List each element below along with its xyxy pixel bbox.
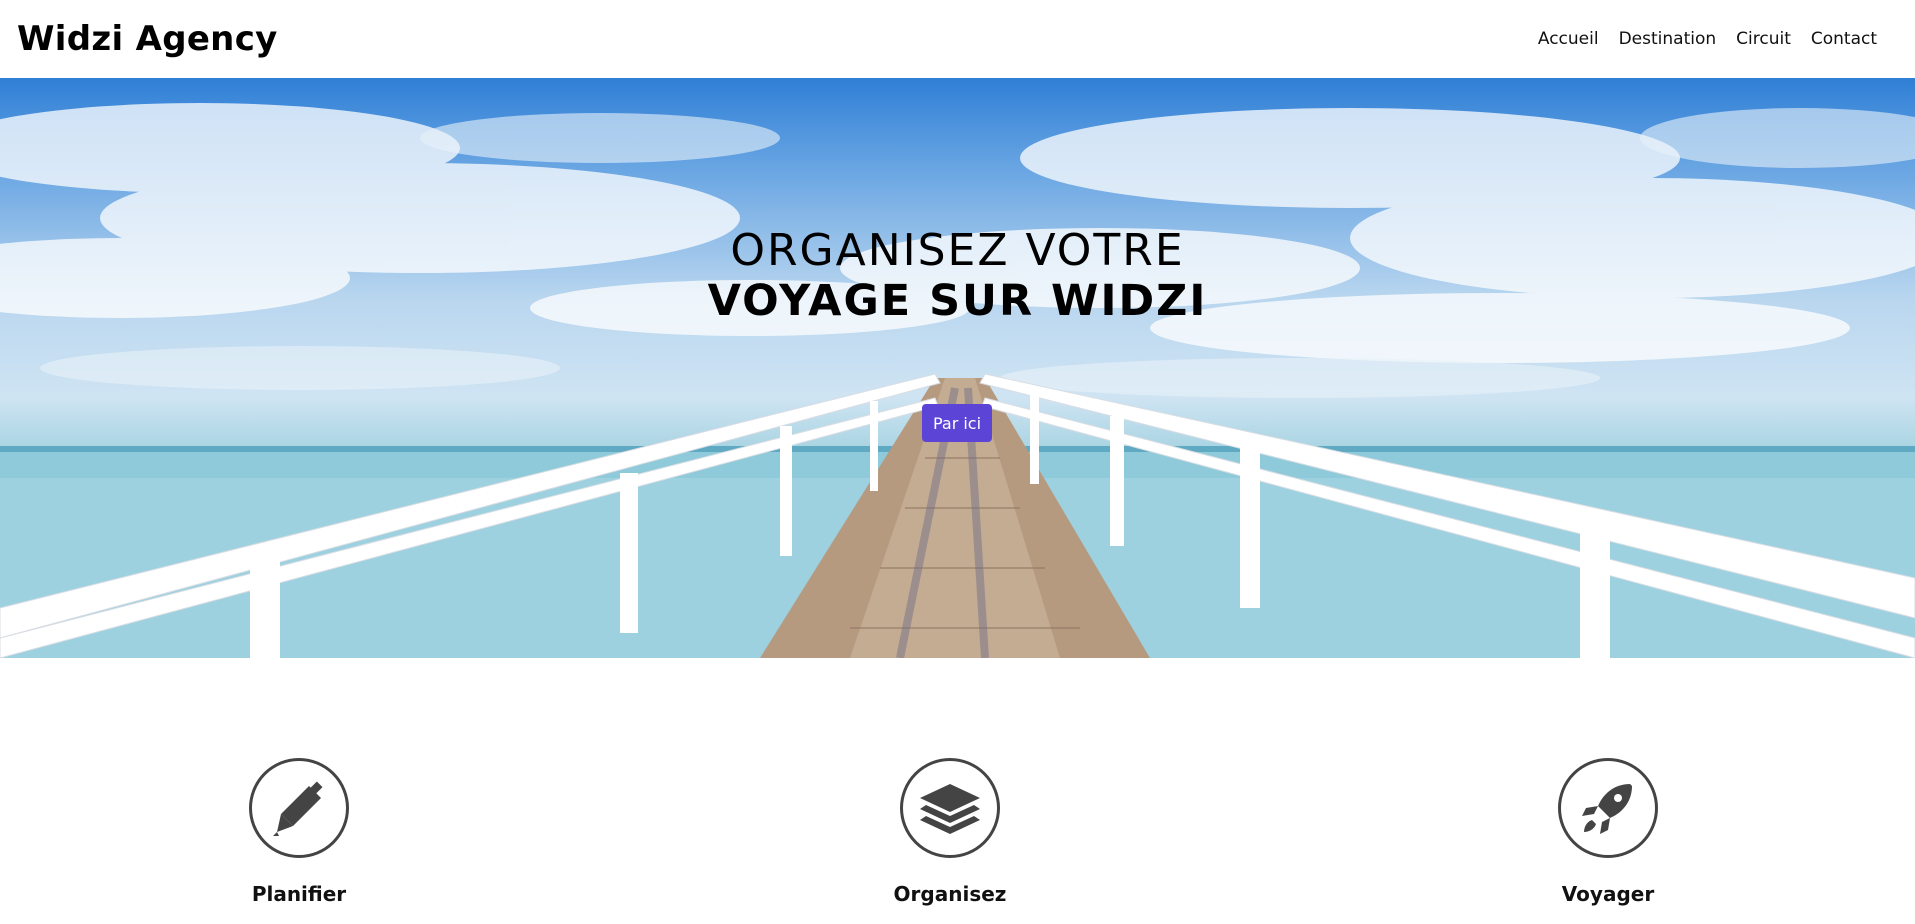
nav-link-contact[interactable]: Contact bbox=[1811, 29, 1877, 49]
navbar: Widzi Agency Accueil Destination Circuit… bbox=[0, 0, 1915, 78]
feature-voyager: Voyager bbox=[1528, 758, 1688, 906]
hero-background-image bbox=[0, 103, 1915, 658]
par-ici-button[interactable]: Par ici bbox=[922, 404, 992, 442]
nav-links: Accueil Destination Circuit Contact bbox=[1518, 29, 1877, 49]
nav-link-circuit[interactable]: Circuit bbox=[1736, 29, 1791, 49]
rocket-icon bbox=[1558, 758, 1658, 858]
pen-icon bbox=[249, 758, 349, 858]
feature-planifier: Planifier bbox=[219, 758, 379, 906]
hero-title-line2: VOYAGE SUR WIDZI bbox=[707, 276, 1208, 326]
nav-link-accueil[interactable]: Accueil bbox=[1538, 29, 1599, 49]
nav-link-destination[interactable]: Destination bbox=[1619, 29, 1717, 49]
feature-label: Organisez bbox=[893, 882, 1007, 906]
brand-logo[interactable]: Widzi Agency bbox=[17, 19, 278, 59]
hero-banner: ORGANISEZ VOTRE VOYAGE SUR WIDZI Par ici bbox=[0, 78, 1915, 658]
hero-title-line1: ORGANISEZ VOTRE bbox=[730, 225, 1185, 276]
hero-title: ORGANISEZ VOTRE VOYAGE SUR WIDZI bbox=[0, 225, 1915, 327]
layers-icon bbox=[900, 758, 1000, 858]
features-section: Planifier Organisez Voyager bbox=[0, 658, 1915, 924]
feature-organisez: Organisez bbox=[870, 758, 1030, 906]
feature-label: Voyager bbox=[1561, 882, 1655, 906]
feature-label: Planifier bbox=[251, 882, 347, 906]
